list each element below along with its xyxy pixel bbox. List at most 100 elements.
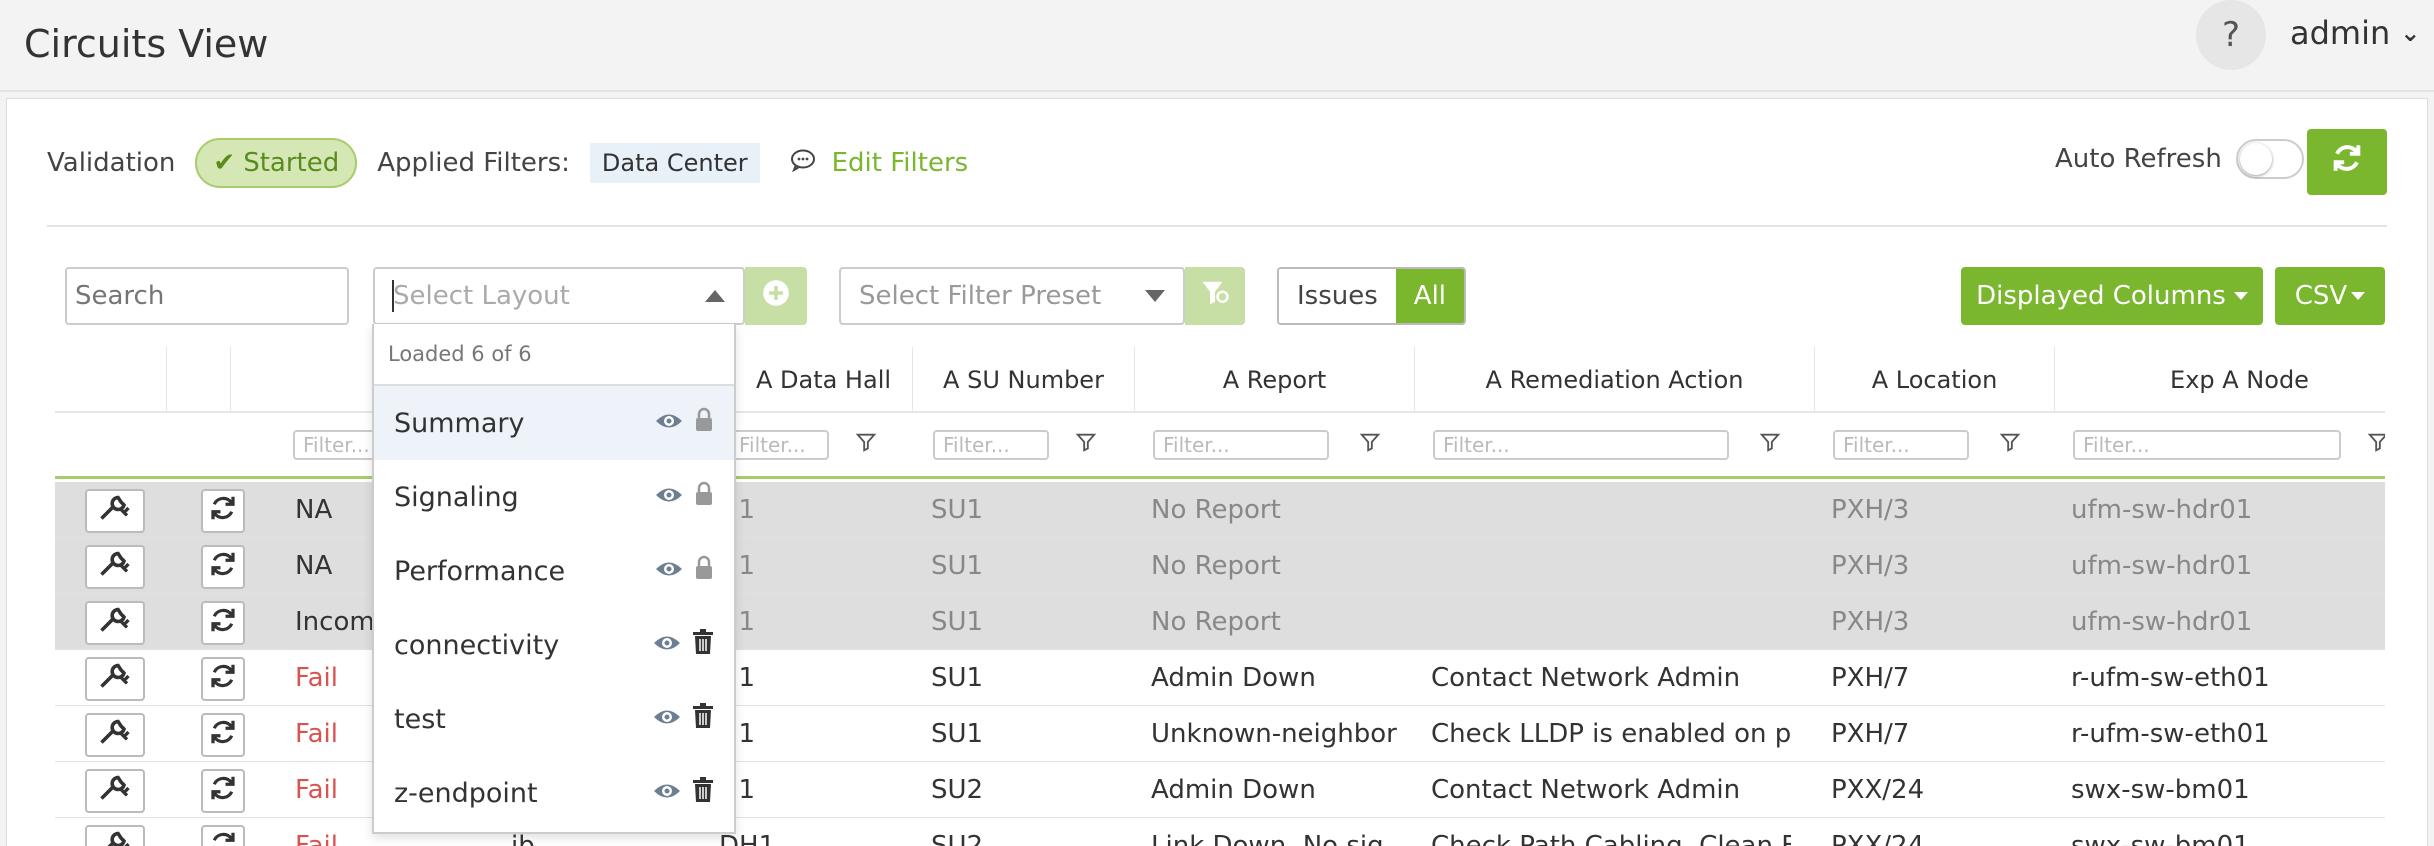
sync-button[interactable] bbox=[201, 601, 245, 645]
user-menu[interactable]: admin ⌄ bbox=[2290, 14, 2420, 52]
layout-select[interactable]: Select Layout bbox=[373, 267, 745, 325]
help-button[interactable]: ? bbox=[2196, 0, 2266, 70]
filter-a-location-input[interactable]: Filter... bbox=[1833, 430, 1969, 460]
filter-a-report[interactable]: Filter... bbox=[1153, 429, 1329, 461]
trash-icon[interactable] bbox=[692, 702, 714, 736]
search-input[interactable] bbox=[65, 267, 349, 325]
filter-a-remediation-input[interactable]: Filter... bbox=[1433, 430, 1729, 460]
sync-button[interactable] bbox=[201, 489, 245, 533]
layout-option[interactable]: Summary bbox=[374, 386, 734, 460]
layout-option[interactable]: Signaling bbox=[374, 460, 734, 534]
cell-status: NA bbox=[295, 551, 333, 581]
cell-a-su-number: SU2 bbox=[931, 831, 984, 846]
csv-button[interactable]: CSV bbox=[2275, 267, 2385, 325]
filter-a-remediation[interactable]: Filter... bbox=[1433, 429, 1729, 461]
caret-down-icon bbox=[2233, 292, 2248, 300]
filter-a-su-number-input[interactable]: Filter... bbox=[933, 430, 1049, 460]
header-a-location[interactable]: A Location bbox=[1815, 347, 2055, 413]
layout-option-label: z-endpoint bbox=[394, 777, 538, 809]
applied-filters-label: Applied Filters: bbox=[377, 148, 570, 178]
cell-exp-a-node: r-ufm-sw-eth01 bbox=[2071, 663, 2270, 693]
wrench-button[interactable] bbox=[85, 769, 145, 813]
filter-preset-select[interactable]: Select Filter Preset bbox=[839, 267, 1185, 325]
wrench-button[interactable] bbox=[85, 825, 145, 846]
auto-refresh: Auto Refresh bbox=[2055, 139, 2304, 179]
funnel-icon[interactable] bbox=[1759, 431, 1781, 459]
wrench-button[interactable] bbox=[85, 657, 145, 701]
displayed-columns-button[interactable]: Displayed Columns bbox=[1961, 267, 2263, 325]
cell-status: Fail bbox=[295, 719, 338, 749]
page-title: Circuits View bbox=[24, 22, 269, 66]
layout-select-placeholder: Select Layout bbox=[393, 281, 570, 311]
cell-a-report: Admin Down bbox=[1151, 663, 1316, 693]
user-name: admin bbox=[2290, 14, 2391, 52]
funnel-icon[interactable] bbox=[1359, 431, 1381, 459]
wrench-button[interactable] bbox=[85, 489, 145, 533]
wrench-button[interactable] bbox=[85, 545, 145, 589]
sync-button[interactable] bbox=[201, 769, 245, 813]
cell-a-report: Admin Down bbox=[1151, 775, 1316, 805]
filter-a-report-input[interactable]: Filter... bbox=[1153, 430, 1329, 460]
edit-filters-link[interactable]: Edit Filters bbox=[790, 148, 968, 178]
all-tab[interactable]: All bbox=[1395, 269, 1465, 323]
filter-exp-a-node-input[interactable]: Filter... bbox=[2073, 430, 2341, 460]
funnel-icon[interactable] bbox=[855, 431, 877, 459]
issues-tab[interactable]: Issues bbox=[1279, 269, 1396, 323]
lock-icon bbox=[694, 407, 714, 440]
cell-a-location: PXH/3 bbox=[1831, 607, 1910, 637]
sync-button[interactable] bbox=[201, 657, 245, 701]
add-layout-button[interactable] bbox=[745, 267, 807, 325]
funnel-icon[interactable] bbox=[1075, 431, 1097, 459]
funnel-icon[interactable] bbox=[1999, 431, 2021, 459]
trash-icon[interactable] bbox=[692, 628, 714, 662]
validation-status-badge[interactable]: ✔ Started bbox=[195, 138, 358, 188]
sync-button[interactable] bbox=[201, 545, 245, 589]
filter-exp-a-node[interactable]: Filter... bbox=[2073, 429, 2341, 461]
cell-a-report: No Report bbox=[1151, 607, 1281, 637]
eye-icon[interactable] bbox=[654, 482, 684, 513]
layout-option[interactable]: z-endpoint bbox=[374, 756, 734, 830]
auto-refresh-label: Auto Refresh bbox=[2055, 144, 2222, 174]
filter-preset-placeholder: Select Filter Preset bbox=[859, 281, 1102, 311]
header-a-report[interactable]: A Report bbox=[1135, 347, 1415, 413]
header-exp-a-node[interactable]: Exp A Node bbox=[2055, 347, 2385, 413]
header-a-su-number[interactable]: A SU Number bbox=[913, 347, 1135, 413]
layout-option[interactable]: Performance bbox=[374, 534, 734, 608]
eye-icon[interactable] bbox=[654, 408, 684, 439]
filter-a-data-hall-input[interactable]: Filter... bbox=[729, 430, 829, 460]
cell-a-location: PXX/24 bbox=[1831, 775, 1925, 805]
eye-icon[interactable] bbox=[652, 630, 682, 661]
auto-refresh-toggle[interactable] bbox=[2235, 139, 2304, 179]
eye-icon[interactable] bbox=[652, 704, 682, 735]
wrench-button[interactable] bbox=[85, 713, 145, 757]
filter-a-data-hall[interactable]: Filter... bbox=[729, 429, 829, 461]
cell-a-location: PXH/3 bbox=[1831, 495, 1910, 525]
trash-icon[interactable] bbox=[692, 776, 714, 810]
cell-a-su-number: SU1 bbox=[931, 551, 984, 581]
wrench-icon bbox=[97, 493, 133, 530]
layout-option[interactable]: connectivity bbox=[374, 608, 734, 682]
filter-status-input[interactable]: Filter... bbox=[293, 430, 383, 460]
sync-button[interactable] bbox=[201, 825, 245, 846]
header-a-data-hall[interactable]: A Data Hall bbox=[735, 347, 913, 413]
eye-icon[interactable] bbox=[652, 778, 682, 809]
sync-button[interactable] bbox=[201, 713, 245, 757]
filter-status[interactable]: Filter... bbox=[293, 429, 383, 461]
filter-a-su-number[interactable]: Filter... bbox=[933, 429, 1049, 461]
caret-up-icon bbox=[705, 290, 725, 302]
funnel-icon[interactable] bbox=[2367, 431, 2385, 459]
sync-icon bbox=[208, 829, 238, 846]
wrench-button[interactable] bbox=[85, 601, 145, 645]
refresh-button[interactable] bbox=[2307, 129, 2387, 195]
filter-a-location[interactable]: Filter... bbox=[1833, 429, 1969, 461]
eye-icon[interactable] bbox=[654, 556, 684, 587]
filter-preset-button[interactable] bbox=[1185, 267, 1245, 325]
header-a-remediation-action[interactable]: A Remediation Action bbox=[1415, 347, 1815, 413]
cell-exp-a-node: swx-sw-bm01 bbox=[2071, 775, 2250, 805]
issues-all-toggle: Issues All bbox=[1277, 267, 1467, 325]
layout-option-label: Signaling bbox=[394, 481, 519, 513]
cell-a-remediation: Contact Network Admin bbox=[1431, 775, 1741, 805]
cell-a-location: PXH/7 bbox=[1831, 663, 1910, 693]
layout-option[interactable]: test bbox=[374, 682, 734, 756]
caret-down-icon bbox=[1145, 290, 1165, 302]
